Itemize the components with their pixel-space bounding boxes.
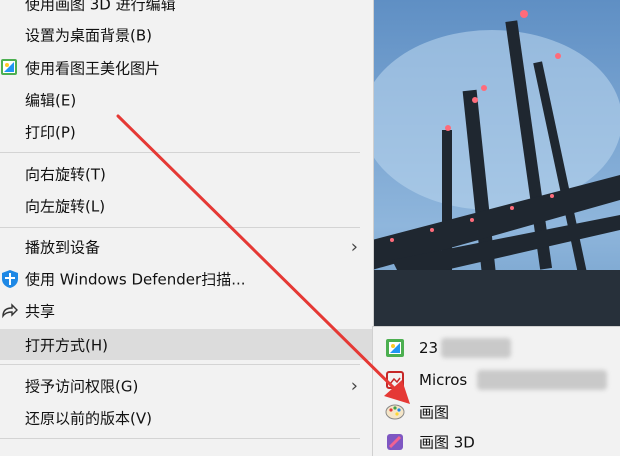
photos-icon: [385, 370, 405, 390]
menu-item-label: 编辑(E): [25, 91, 77, 109]
chevron-right-icon: ›: [350, 375, 358, 396]
menu-item-defender-scan[interactable]: 使用 Windows Defender扫描...: [0, 263, 372, 294]
submenu-item-label: 画图: [419, 403, 450, 421]
submenu-item-label: 23: [419, 338, 439, 357]
menu-item-edit-paint3d[interactable]: 使用画图 3D 进行编辑: [0, 0, 372, 19]
menu-item-beautify[interactable]: 使用看图王美化图片: [0, 52, 372, 83]
menu-item-label: 打开方式(H): [25, 336, 108, 354]
shield-icon: [0, 269, 20, 289]
submenu-item-paint[interactable]: 画图: [373, 397, 620, 426]
menu-item-label: 设置为桌面背景(B): [25, 26, 152, 44]
menu-item-label: 播放到设备: [25, 238, 101, 256]
menu-item-rotate-right[interactable]: 向右旋转(T): [0, 158, 372, 189]
share-icon: [0, 301, 20, 321]
image-viewer-icon: [385, 338, 405, 358]
menu-item-rotate-left[interactable]: 向左旋转(L): [0, 190, 372, 221]
menu-separator: [0, 438, 360, 439]
menu-separator: [0, 152, 360, 153]
menu-item-set-wallpaper[interactable]: 设置为桌面背景(B): [0, 19, 372, 50]
menu-item-label: 使用看图王美化图片: [25, 59, 161, 77]
open-with-submenu: 23 Micros 画图 画图 3D: [372, 326, 620, 456]
submenu-item-label: 画图 3D: [419, 433, 475, 451]
redacted-text: [441, 337, 511, 358]
menu-item-label: 向左旋转(L): [25, 197, 106, 215]
menu-item-label: 还原以前的版本(V): [25, 409, 152, 427]
redacted-text: [477, 369, 607, 390]
menu-item-share[interactable]: 共享: [0, 295, 372, 326]
menu-separator: [0, 364, 360, 365]
menu-item-label: 打印(P): [25, 123, 76, 141]
chevron-right-icon: ›: [350, 236, 358, 257]
paint3d-icon: [385, 432, 405, 452]
menu-item-restore-versions[interactable]: 还原以前的版本(V): [0, 402, 372, 433]
menu-separator: [0, 227, 360, 228]
submenu-item-label: Micros: [419, 370, 468, 389]
image-viewer-icon: [0, 58, 20, 78]
menu-item-grant-access[interactable]: 授予访问权限(G) ›: [0, 370, 372, 401]
paint-palette-icon: [385, 402, 405, 422]
menu-item-label: 共享: [25, 302, 56, 320]
menu-item-cast-to-device[interactable]: 播放到设备 ›: [0, 231, 372, 262]
menu-item-open-with[interactable]: 打开方式(H): [0, 329, 372, 360]
menu-item-edit[interactable]: 编辑(E): [0, 84, 372, 115]
context-menu: 使用画图 3D 进行编辑 设置为桌面背景(B) 使用看图王美化图片 编辑(E) …: [0, 0, 374, 452]
menu-item-label: 授予访问权限(G): [25, 377, 139, 395]
menu-item-label: 向右旋转(T): [25, 165, 106, 183]
submenu-item-app-2[interactable]: Micros: [373, 365, 620, 394]
menu-item-label: 使用 Windows Defender扫描...: [25, 270, 246, 288]
menu-item-label: 使用画图 3D 进行编辑: [25, 0, 176, 13]
menu-item-print[interactable]: 打印(P): [0, 116, 372, 147]
submenu-item-app-1[interactable]: 23: [373, 333, 620, 362]
